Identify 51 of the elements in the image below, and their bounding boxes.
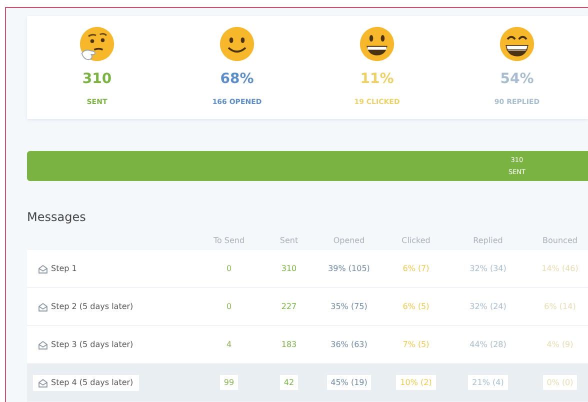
stat-value: 54% <box>500 71 534 87</box>
table-cell: 45% (19) <box>326 375 372 390</box>
table-cell-text: 310 <box>280 264 298 273</box>
table-cell: 42 <box>280 375 298 390</box>
table-cell-text: 6% (7) <box>402 264 430 273</box>
stat-value: 11% <box>360 71 394 87</box>
table-cell-text: 44% (28) <box>468 340 508 349</box>
column-header: Replied <box>472 236 504 245</box>
table-cell-text: 227 <box>280 302 298 311</box>
column-header: Bounced <box>542 236 578 245</box>
step-name: Step 4 (5 days later) <box>51 378 134 387</box>
table-cell-text: 14% (46) <box>540 264 580 273</box>
envelope-icon <box>38 302 48 312</box>
envelope-icon <box>38 340 48 350</box>
column-header: To Send <box>212 236 246 245</box>
table-cell-text: 0 <box>225 264 233 273</box>
step-name: Step 1 <box>51 264 77 273</box>
table-cell-text: 7% (5) <box>402 340 430 349</box>
table-cell-text: 183 <box>280 340 298 349</box>
table-cell-text: 36% (63) <box>330 340 368 349</box>
table-cell-text: 39% (105) <box>327 264 371 273</box>
column-header: Opened <box>332 236 366 245</box>
section-title: Messages <box>27 210 87 224</box>
table-cell-text: 35% (75) <box>330 302 368 311</box>
table-cell-text: 4% (9) <box>546 340 574 349</box>
envelope-icon <box>38 264 48 274</box>
table-row[interactable]: Step 3 (5 days later) 4 183 36% (63) 7% (5) 44% (28) 4% (9) <box>27 326 588 364</box>
thinking-face-icon <box>78 25 116 63</box>
table-cell-text: 6% (5) <box>402 302 430 311</box>
table-row[interactable]: Step 4 (5 days later) 99 42 45% (19) 10% (2) 21% (4) 0% (0) <box>27 364 588 402</box>
smiling-face-icon <box>218 25 256 63</box>
table-cell: 21% (4) <box>468 375 508 390</box>
table-cell-text: 32% (24) <box>468 302 508 311</box>
table-cell: 99 <box>220 375 238 390</box>
column-header: Sent <box>278 236 300 245</box>
envelope-icon <box>38 378 48 388</box>
step-name: Step 3 (5 days later) <box>51 340 134 349</box>
column-header: Clicked <box>400 236 432 245</box>
table-cell-text: 32% (34) <box>468 264 508 273</box>
step-name: Step 2 (5 days later) <box>51 302 134 311</box>
table-cell-text: 0 <box>225 302 233 311</box>
table-cell: 10% (2) <box>396 375 436 390</box>
table-row[interactable]: Step 1 0 310 39% (105) 6% (7) 32% (34) 14% (46) <box>27 250 588 288</box>
beaming-face-icon <box>498 25 536 63</box>
stat-value: 310 <box>82 71 112 87</box>
table-cell-text: 4 <box>225 340 233 349</box>
table-cell-text: 6% (14) <box>543 302 577 311</box>
table-row[interactable]: Step 2 (5 days later) 0 227 35% (75) 6% (5) 32% (24) 6% (14) <box>27 288 588 326</box>
grinning-face-icon <box>358 25 396 63</box>
stat-value: 68% <box>220 71 254 87</box>
table-cell: 0% (0) <box>542 375 578 390</box>
